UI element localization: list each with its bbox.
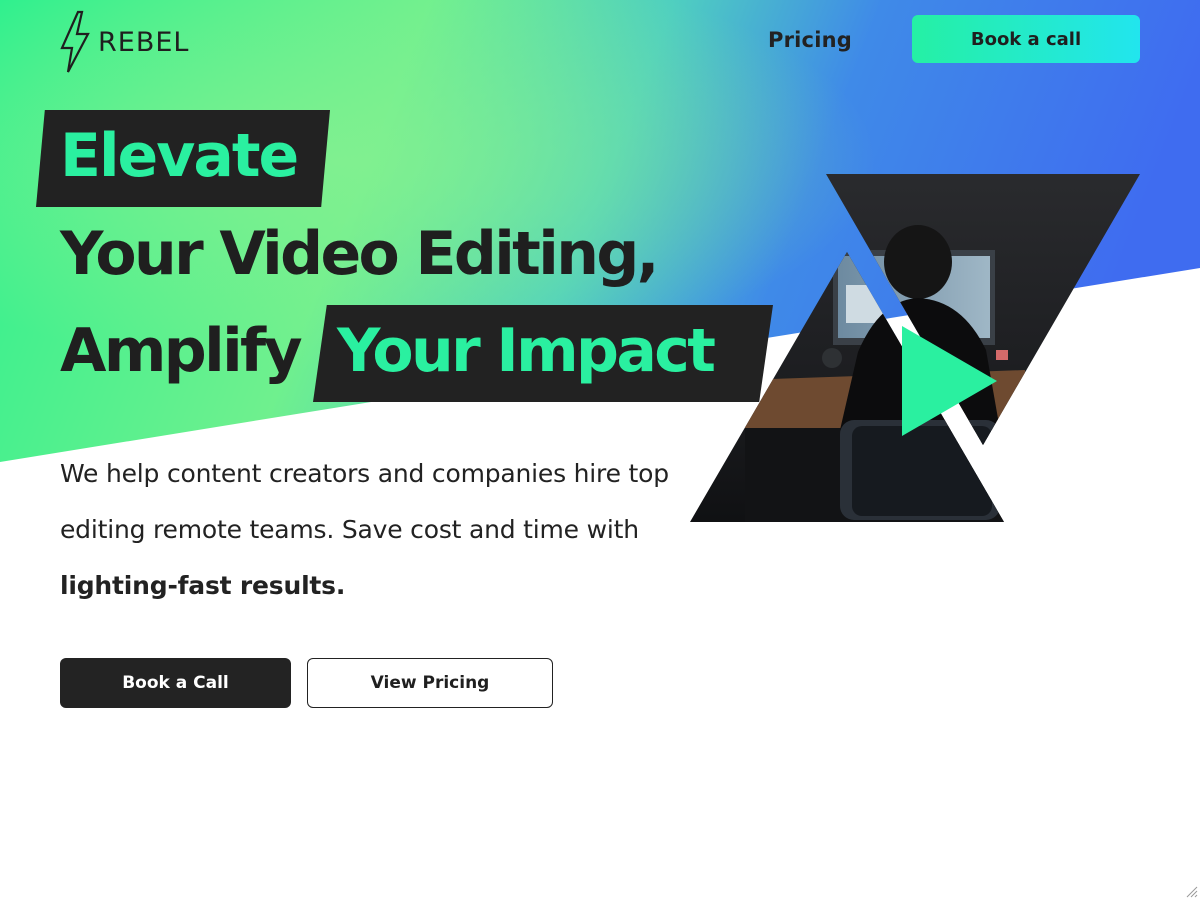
headline-video-editing: Your Video Editing,: [60, 219, 659, 289]
logo-wordmark: REBEL: [98, 26, 190, 58]
description-bold-text: lighting-fast results.: [60, 571, 346, 600]
view-pricing-button[interactable]: View Pricing: [307, 658, 553, 708]
book-a-call-button[interactable]: Book a Call: [60, 658, 291, 708]
headline-amplify: Amplify: [60, 316, 303, 386]
brand-logo[interactable]: REBEL: [58, 10, 189, 74]
description-text: We help content creators and companies h…: [60, 459, 669, 544]
lightning-bolt-icon: [60, 10, 90, 73]
headline-your-impact: Your Impact: [337, 316, 716, 386]
nav-pricing-link[interactable]: Pricing: [768, 28, 852, 52]
header-book-call-button[interactable]: Book a call: [912, 15, 1140, 63]
hero-description: We help content creators and companies h…: [60, 446, 670, 614]
headline-elevate: Elevate: [60, 121, 299, 191]
resize-grip-icon[interactable]: [1184, 884, 1198, 898]
